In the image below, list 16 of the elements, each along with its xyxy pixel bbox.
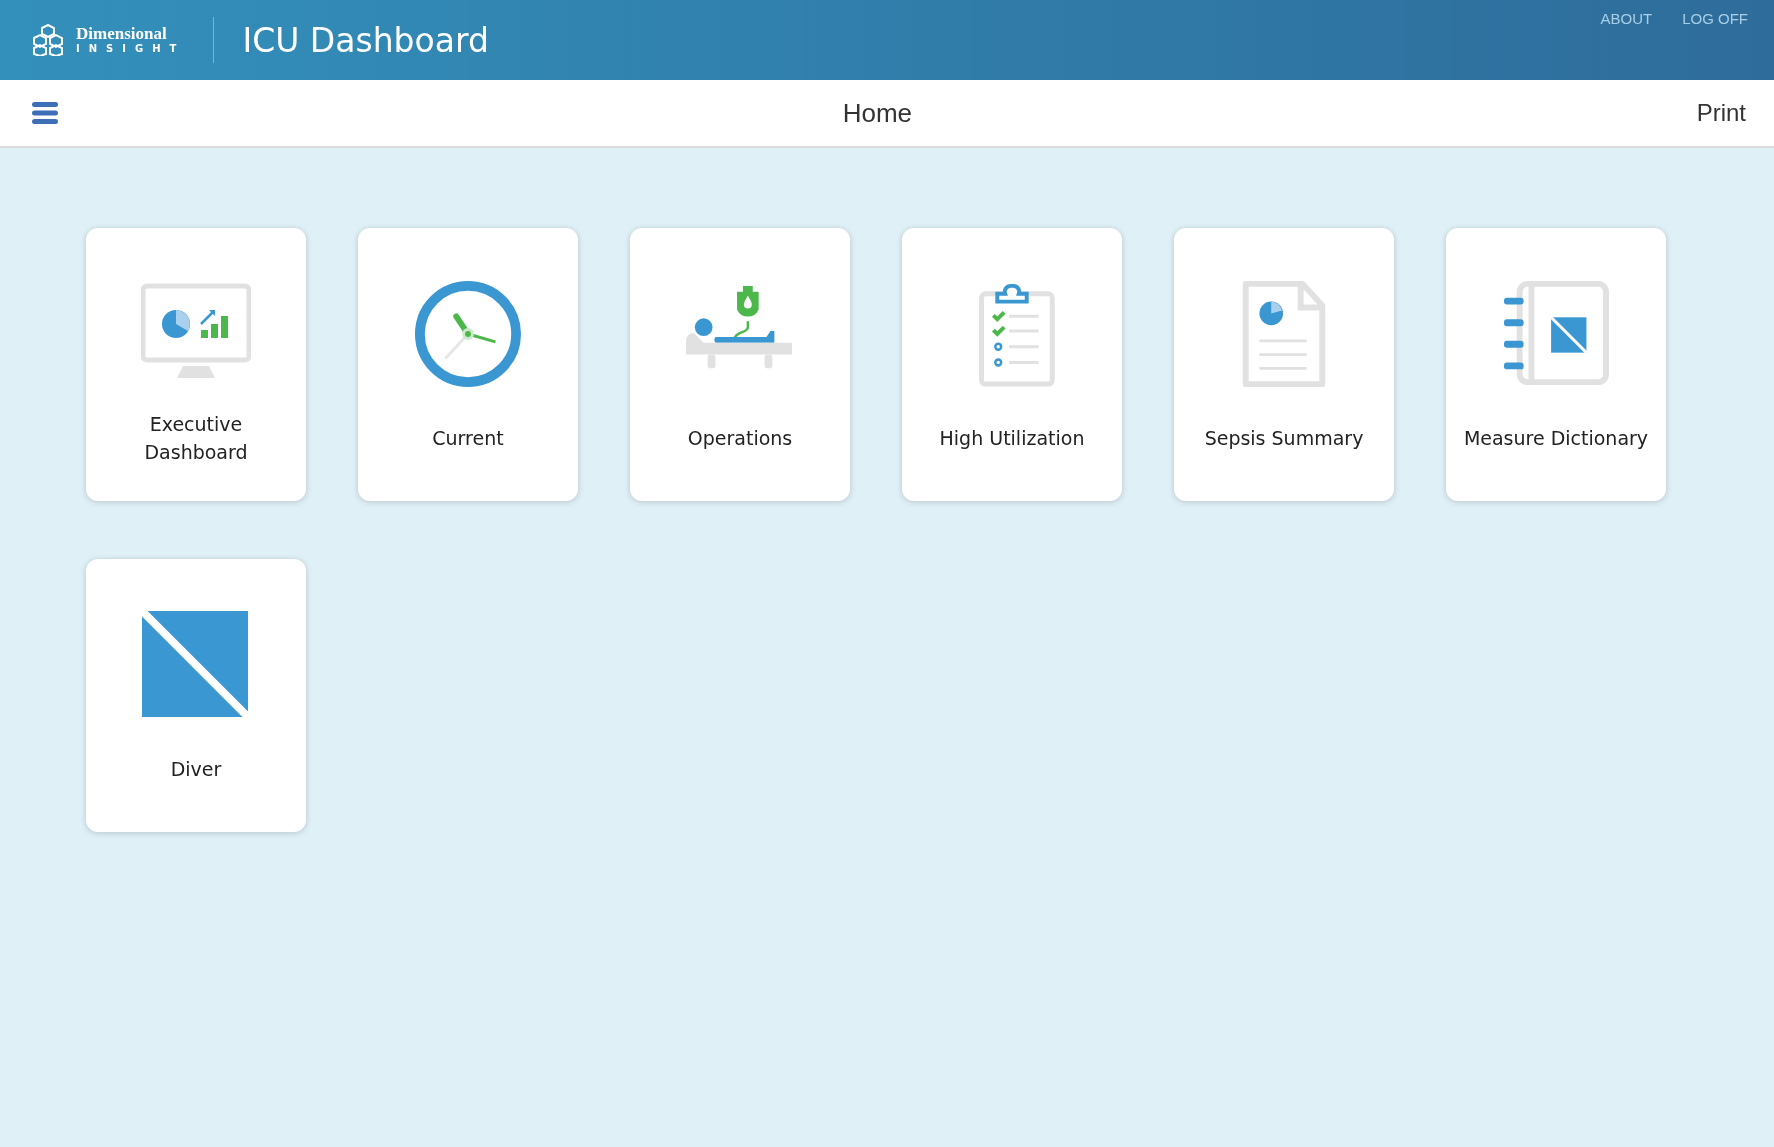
logo-wordmark: Dimensional [76,25,168,43]
menu-icon[interactable] [32,102,58,124]
diver-logo-icon [141,611,251,719]
dashboard-tile[interactable]: Executive Dashboard [86,228,306,501]
dashboard-tile[interactable]: Operations [630,228,850,501]
dashboard-tile[interactable]: Measure Dictionary [1446,228,1666,501]
dashboard-tile[interactable]: Diver [86,559,306,832]
page-title: Home [842,97,912,129]
dashboard-tile[interactable]: High Utilization [902,228,1122,501]
notebook-icon [1501,280,1611,388]
app-title: ICU Dashboard [242,20,489,60]
clock-icon [413,280,523,388]
logo-tagline: INSIGHT [76,43,186,55]
dashboard-tile[interactable]: Current [358,228,578,501]
dashboard-tile[interactable]: Sepsis Summary [1174,228,1394,501]
print-link[interactable]: Print [1696,99,1746,127]
